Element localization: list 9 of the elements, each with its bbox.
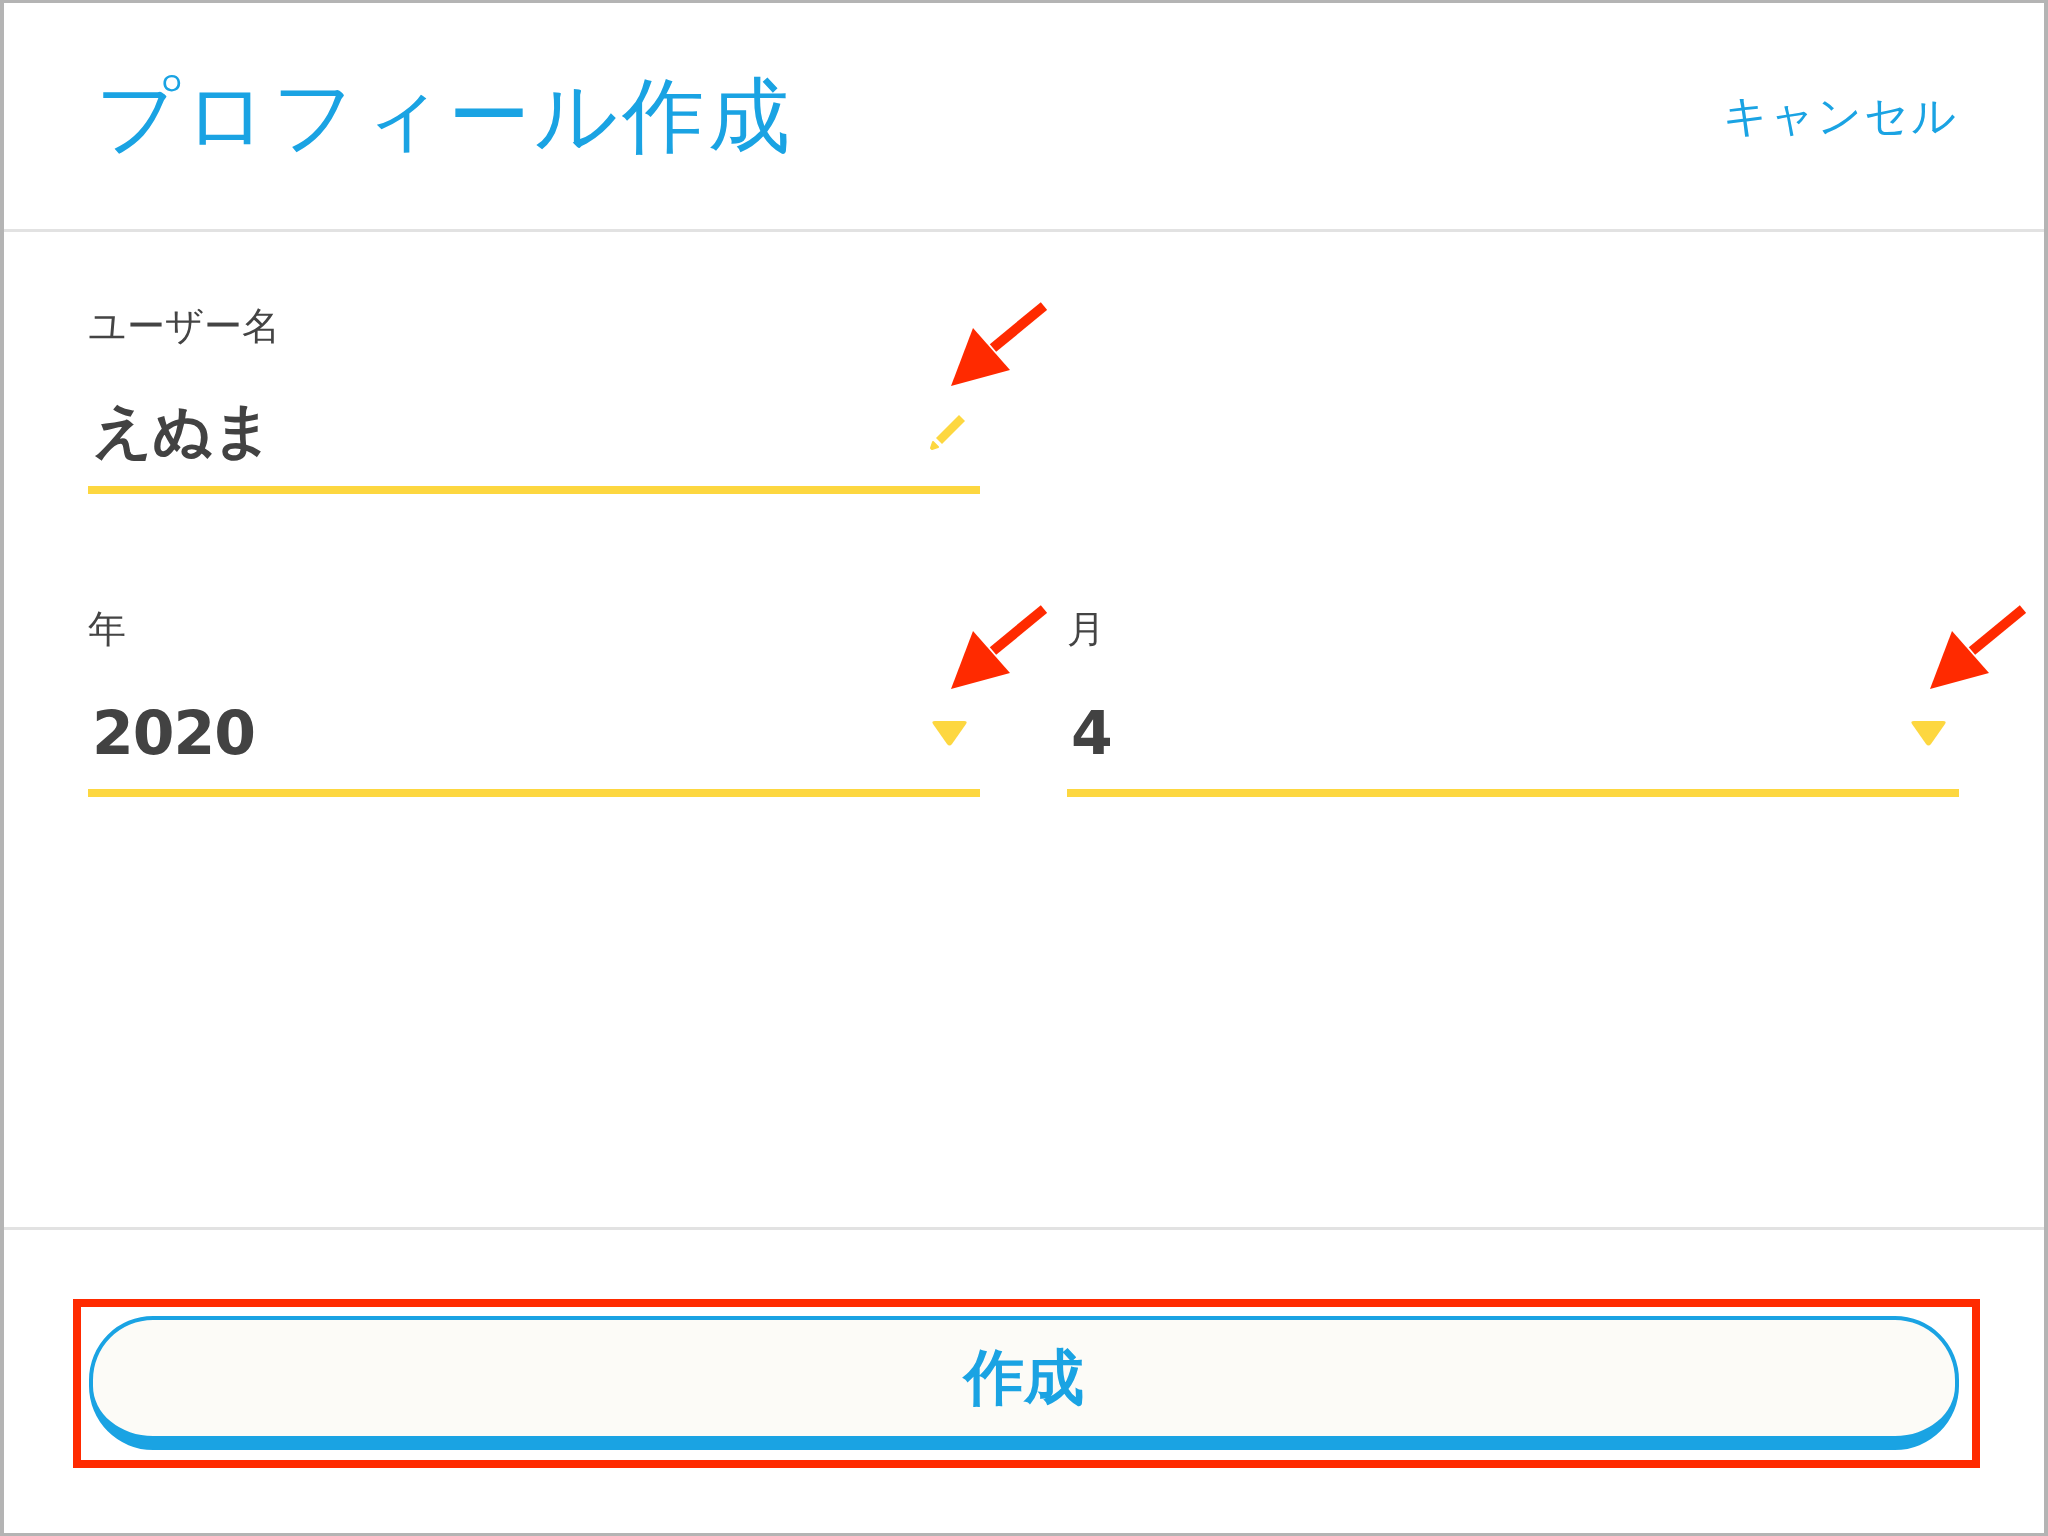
- dropdown-field[interactable]: 2020: [88, 683, 980, 797]
- caret-icon: [1910, 719, 1947, 747]
- caret-icon: [931, 719, 968, 747]
- dropdown-field[interactable]: 4: [1067, 683, 1959, 797]
- page-title: プロフィール作成: [96, 66, 794, 165]
- text-input[interactable]: えぬま: [88, 380, 980, 494]
- field-label: 年: [88, 606, 126, 652]
- field-label: ユーザー名: [88, 303, 280, 349]
- field-label: 月: [1067, 606, 1105, 652]
